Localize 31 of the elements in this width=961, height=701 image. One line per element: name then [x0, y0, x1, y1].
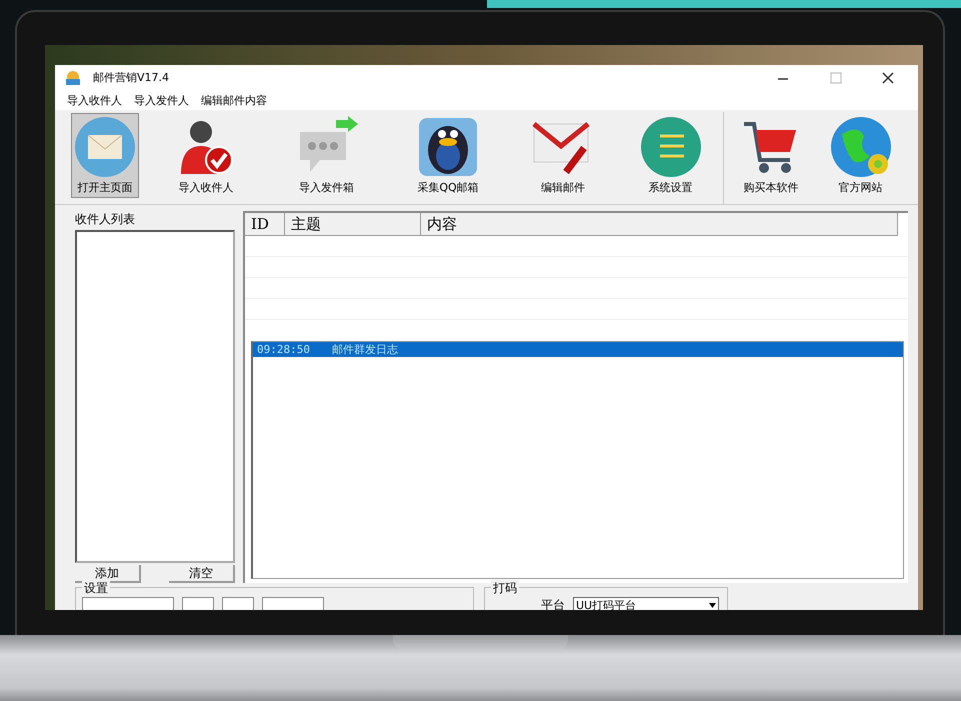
list-settings-icon — [640, 116, 702, 178]
input-field[interactable] — [182, 597, 214, 610]
envelope-icon — [74, 116, 136, 178]
menu-item[interactable]: 导入发件人 — [134, 92, 189, 108]
menu-item[interactable]: 编辑邮件内容 — [201, 92, 267, 108]
recipient-list[interactable] — [75, 230, 235, 563]
action-button[interactable]: 添加 — [75, 565, 141, 583]
menu-item[interactable]: 导入收件人 — [67, 92, 122, 108]
caret-icon — [709, 603, 716, 608]
log-row[interactable]: 09:28:50 邮件群发日志 — [253, 342, 903, 357]
toolbar-button[interactable]: 导入发件箱 — [292, 113, 360, 198]
column-header[interactable]: 内容 — [421, 213, 898, 235]
group-title: 打码 — [491, 580, 519, 597]
toolbar-button[interactable]: 官方网站 — [826, 113, 894, 198]
column-header[interactable]: ID — [245, 213, 285, 235]
toolbar-button[interactable]: 打开主页面 — [71, 113, 139, 198]
toolbar-button[interactable]: 导入收件人 — [172, 113, 240, 198]
toolbar-button[interactable]: 系统设置 — [636, 113, 704, 198]
app-icon — [65, 70, 81, 86]
action-button[interactable]: 清空 — [169, 565, 235, 583]
window-title: 邮件营销V17.4 — [93, 70, 170, 85]
toolbar-button[interactable]: 编辑邮件 — [529, 113, 597, 198]
group-title: 收件人列表 — [75, 211, 136, 228]
toolbar-button[interactable]: 采集QQ邮箱 — [414, 113, 482, 198]
toolbar-button[interactable]: 购买本软件 — [737, 113, 805, 198]
input-field[interactable] — [82, 597, 174, 610]
globe-gear-icon — [830, 116, 892, 178]
input-field[interactable] — [222, 597, 254, 610]
column-header[interactable]: 主题 — [285, 213, 421, 235]
penguin-icon — [417, 116, 479, 178]
input-field[interactable] — [262, 597, 324, 610]
